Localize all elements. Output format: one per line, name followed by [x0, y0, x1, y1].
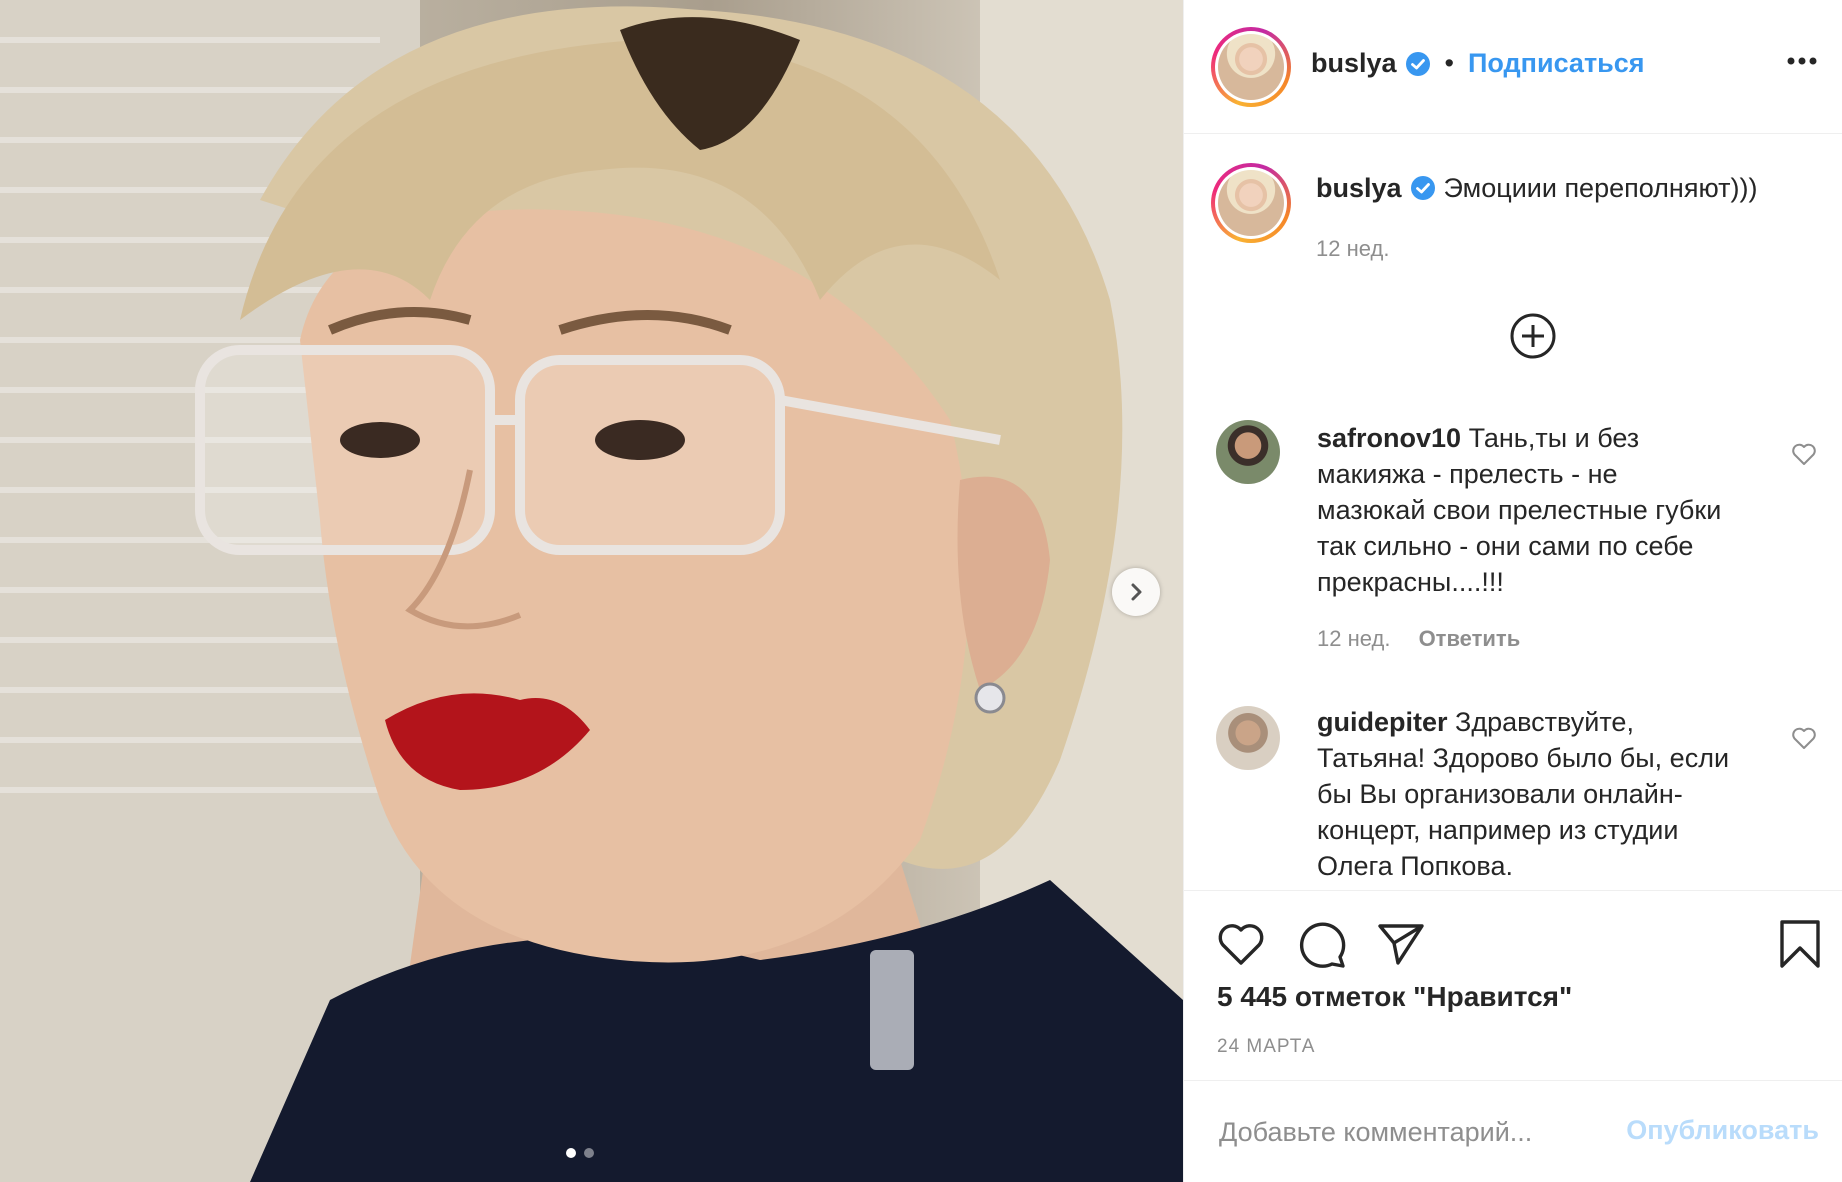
comment-username[interactable]: safronov10	[1317, 423, 1461, 453]
caption-username[interactable]: buslya	[1316, 173, 1402, 204]
like-icon[interactable]	[1216, 921, 1266, 967]
comment: safronov10 Тань,ты и без макияжа - преле…	[1317, 420, 1777, 652]
post-date[interactable]: 24 МАРТА	[1217, 1036, 1315, 1058]
post-header: buslya • Подписаться	[1184, 0, 1842, 134]
comment-time: 12 нед.	[1317, 626, 1391, 651]
comment-text-line: Здравствуйте,	[1455, 707, 1634, 737]
post-side-panel: buslya • Подписаться buslya Эмоциии пере…	[1183, 0, 1842, 1182]
chevron-right-icon	[1131, 583, 1142, 601]
caption-time: 12 нед.	[1316, 236, 1390, 261]
comment: guidepiter Здравствуйте, Татьяна! Здоров…	[1317, 704, 1777, 884]
next-slide-button[interactable]	[1112, 568, 1160, 616]
comment-text-line: Татьяна! Здорово было бы, если	[1317, 743, 1730, 773]
comment-text-line: прекрасны....!!!	[1317, 567, 1504, 597]
verified-badge-icon	[1405, 51, 1430, 76]
reply-button[interactable]: Ответить	[1419, 626, 1521, 651]
comment-text-line: мазюкай свои прелестные губки	[1317, 495, 1722, 525]
comment-text-line: так сильно - они сами по себе	[1317, 531, 1694, 561]
photo-illustration	[0, 0, 1183, 1182]
publish-button[interactable]: Опубликовать	[1626, 1115, 1819, 1146]
follow-button[interactable]: Подписаться	[1468, 48, 1645, 79]
comment-text-line: макияжа - прелесть - не	[1317, 459, 1618, 489]
comment-input[interactable]	[1217, 1111, 1601, 1153]
like-comment-icon[interactable]	[1791, 726, 1817, 750]
commenter-avatar[interactable]	[1216, 420, 1280, 484]
carousel-dot-active	[566, 1148, 576, 1158]
post-actions: 5 445 отметок "Нравится" 24 МАРТА	[1184, 890, 1842, 1080]
caption-text: Эмоциии переполняют)))	[1443, 173, 1758, 203]
carousel-dot	[584, 1148, 594, 1158]
author-avatar[interactable]	[1211, 27, 1291, 107]
like-comment-icon[interactable]	[1791, 442, 1817, 466]
separator: •	[1444, 48, 1454, 78]
comment-text-line: Тань,ты и без	[1468, 423, 1640, 453]
more-options-icon[interactable]	[1787, 56, 1817, 66]
comment-text-line: Олега Попкова.	[1317, 851, 1513, 881]
commenter-avatar[interactable]	[1216, 706, 1280, 770]
verified-badge-icon	[1410, 176, 1435, 200]
bookmark-icon[interactable]	[1778, 919, 1822, 969]
caption-avatar[interactable]	[1211, 163, 1291, 243]
comments-section[interactable]: buslya Эмоциии переполняют))) 12 нед. sa…	[1184, 134, 1842, 890]
comment-username[interactable]: guidepiter	[1317, 707, 1448, 737]
post-image[interactable]	[0, 0, 1183, 1182]
header-username[interactable]: buslya	[1311, 48, 1397, 79]
carousel-indicator	[566, 1148, 594, 1158]
add-comment-bar: Опубликовать	[1184, 1080, 1842, 1182]
comment-icon[interactable]	[1296, 919, 1348, 969]
comment-text-line: концерт, например из студии	[1317, 815, 1679, 845]
comment-text-line: бы Вы организовали онлайн-	[1317, 779, 1683, 809]
share-icon[interactable]	[1376, 921, 1426, 967]
caption: buslya Эмоциии переполняют)))	[1316, 170, 1757, 206]
likes-count[interactable]: 5 445 отметок "Нравится"	[1217, 981, 1572, 1013]
plus-circle-icon[interactable]	[1509, 312, 1557, 360]
